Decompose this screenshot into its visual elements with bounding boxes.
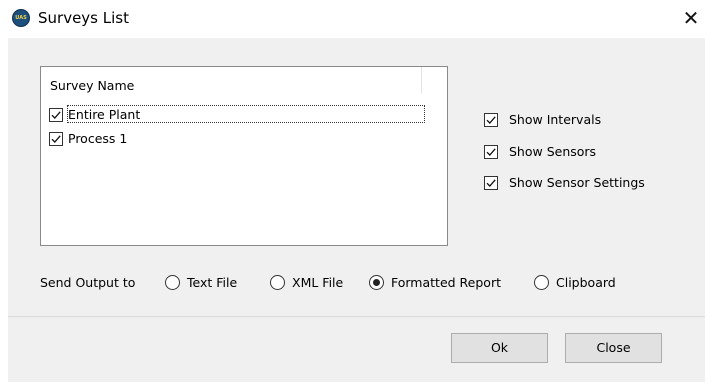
survey-list-item[interactable]: Entire Plant <box>49 105 425 125</box>
radio-formatted-report-label: Formatted Report <box>391 275 501 290</box>
radio-text-file-label: Text File <box>187 275 238 290</box>
radio-circle[interactable] <box>369 275 384 290</box>
ok-button[interactable]: Ok <box>451 333 548 363</box>
survey-item-label: Entire Plant <box>68 107 141 122</box>
close-button[interactable]: Close <box>565 333 662 363</box>
show-sensors-label: Show Sensors <box>509 144 597 159</box>
show-sensor-settings-checkbox[interactable] <box>484 176 498 190</box>
send-output-label: Send Output to <box>40 275 136 290</box>
show-sensor-settings-label: Show Sensor Settings <box>509 175 645 190</box>
title-bar: UAS Surveys List ✕ <box>0 0 713 38</box>
survey-name-column-label: Survey Name <box>50 78 135 93</box>
survey-checkbox[interactable] <box>49 108 63 122</box>
close-icon[interactable]: ✕ <box>672 0 710 36</box>
radio-circle[interactable] <box>165 275 180 290</box>
window-title: Surveys List <box>38 9 129 27</box>
app-logo-text: UAS <box>15 15 27 21</box>
survey-item-label: Process 1 <box>68 131 128 146</box>
show-sensors-checkbox[interactable] <box>484 145 498 159</box>
survey-checkbox[interactable] <box>49 132 63 146</box>
survey-list-header[interactable]: Survey Name <box>41 67 422 93</box>
show-intervals-label: Show Intervals <box>509 112 602 127</box>
survey-list[interactable]: Survey Name Entire Plant Process 1 <box>40 66 448 246</box>
radio-circle[interactable] <box>534 275 549 290</box>
radio-clipboard-label: Clipboard <box>556 275 616 290</box>
radio-selected-dot <box>373 279 380 286</box>
app-logo-icon: UAS <box>12 9 30 27</box>
radio-xml-file-label: XML File <box>292 275 344 290</box>
radio-circle[interactable] <box>270 275 285 290</box>
show-intervals-checkbox[interactable] <box>484 113 498 127</box>
